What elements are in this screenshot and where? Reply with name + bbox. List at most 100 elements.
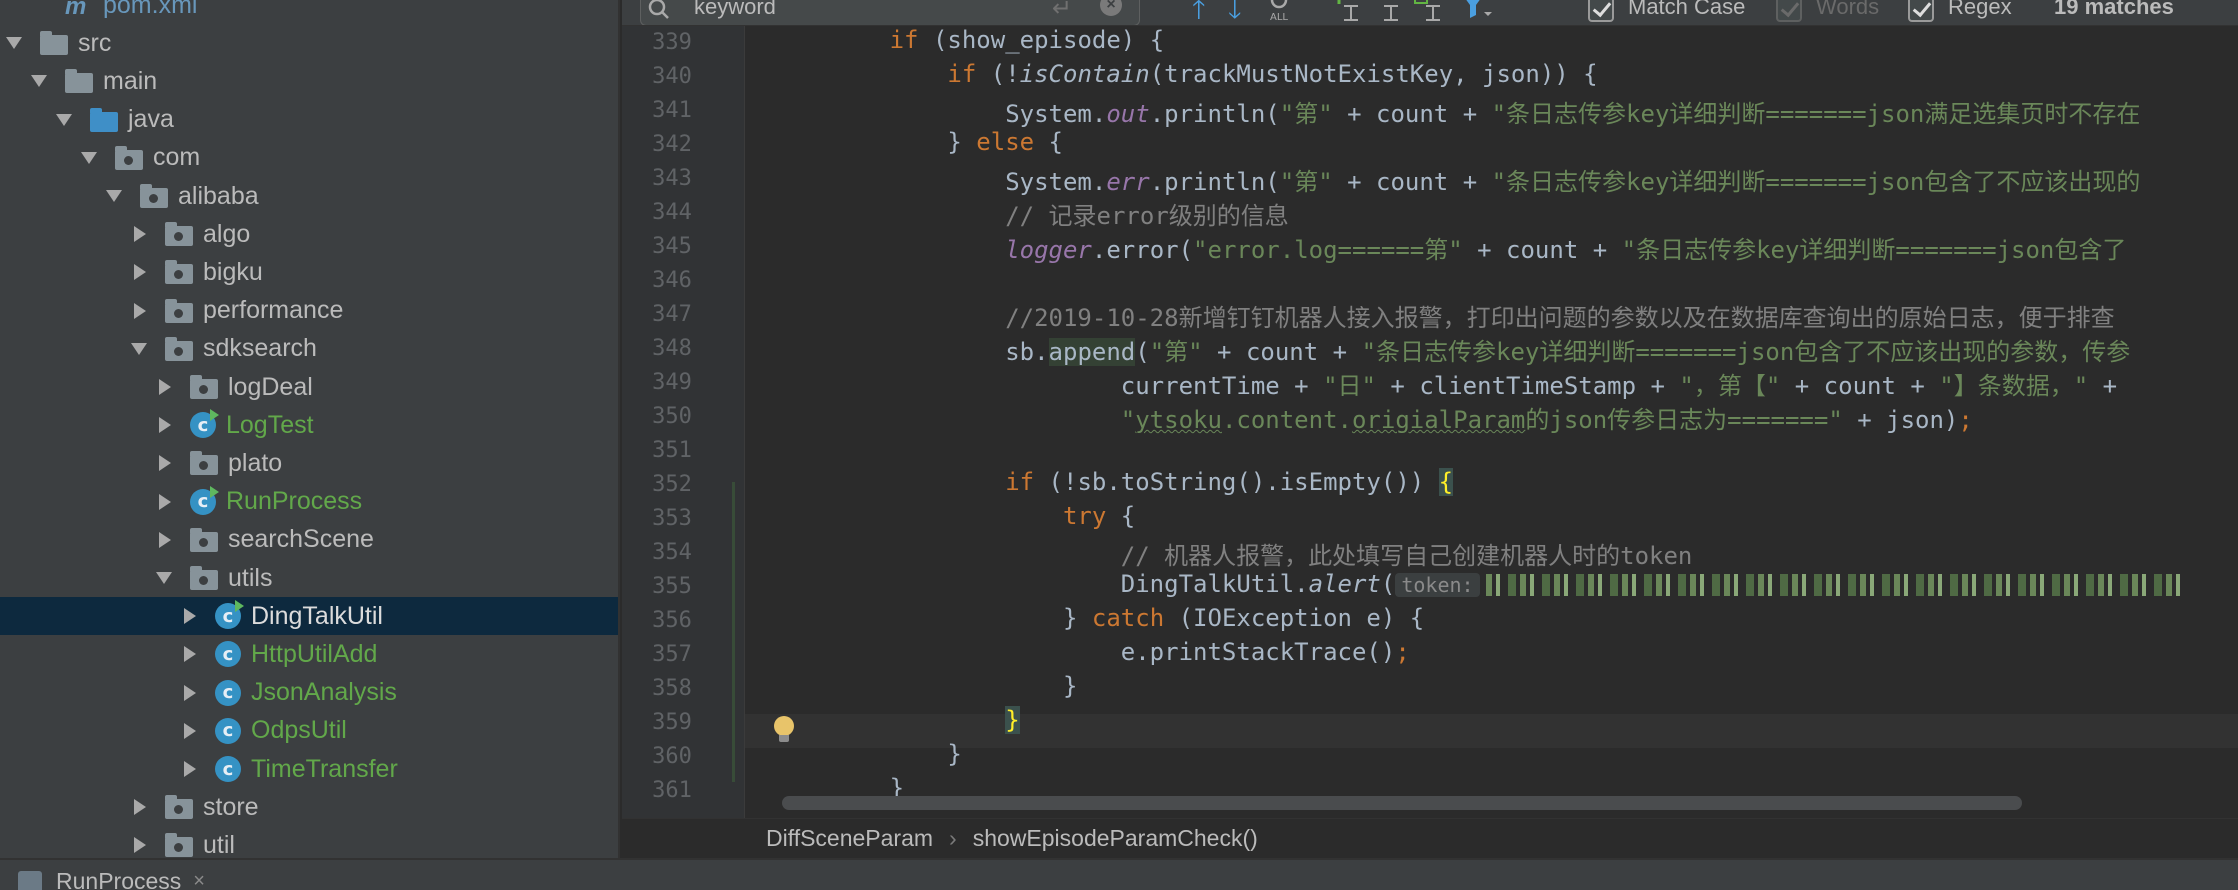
code-line[interactable]: if (show_episode) {	[774, 26, 1165, 54]
line-number[interactable]: 356	[622, 608, 722, 633]
close-icon[interactable]: ×	[193, 870, 205, 890]
line-number[interactable]: 345	[622, 234, 722, 259]
tree-item-src[interactable]: src	[0, 24, 618, 62]
code-line[interactable]: //2019-10-28新增钉钉机器人接入报警，打印出问题的参数以及在数据库查询…	[774, 298, 2114, 333]
tree-item-odpsutil[interactable]: c OdpsUtil	[0, 712, 618, 750]
collapsed-arrow-icon[interactable]	[129, 788, 151, 826]
code-line[interactable]: System.err.println("第" + count + "条日志传参k…	[774, 162, 2140, 197]
line-number[interactable]: 358	[622, 676, 722, 701]
line-number-gutter[interactable]: 339 340 341 342 343 344 345 346 347 348 349 350 351 3…	[622, 26, 744, 818]
run-tab[interactable]: RunProcess ×	[18, 868, 205, 890]
line-number[interactable]: 360	[622, 744, 722, 769]
tree-item-timetransfer[interactable]: c TimeTransfer	[0, 750, 618, 788]
code-line[interactable]: if (!sb.toString().isEmpty()) {	[774, 468, 1454, 496]
line-number[interactable]: 352	[622, 472, 722, 497]
code-line[interactable]: // 机器人报警，此处填写自己创建机器人时的token	[774, 536, 1693, 571]
expanded-arrow-icon[interactable]	[129, 330, 151, 368]
tree-item-pom-xml[interactable]: m pom.xml	[0, 0, 618, 24]
line-number[interactable]: 355	[622, 574, 722, 599]
code-line[interactable]: } catch (IOException e) {	[774, 604, 1424, 632]
line-number[interactable]: 349	[622, 370, 722, 395]
tree-item-util[interactable]: util	[0, 826, 618, 858]
tree-item-logtest[interactable]: c LogTest	[0, 406, 618, 444]
line-number[interactable]: 344	[622, 200, 722, 225]
previous-occurrence-icon[interactable]: 🡑	[1192, 0, 1206, 24]
collapsed-arrow-icon[interactable]	[129, 215, 151, 253]
tree-item-store[interactable]: store	[0, 788, 618, 826]
line-number[interactable]: 343	[622, 166, 722, 191]
line-number[interactable]: 354	[622, 540, 722, 565]
code-line[interactable]: }	[774, 672, 1077, 700]
code-line[interactable]: logger.error("error.log======第" + count …	[774, 230, 2126, 265]
code-line[interactable]: sb.append("第" + count + "条日志传参key详细判断===…	[774, 332, 2130, 367]
code-line[interactable]: "ytsoku.content.origialParam的json传参日志为==…	[774, 400, 1973, 435]
collapsed-arrow-icon[interactable]	[154, 368, 176, 406]
code-line[interactable]: System.out.println("第" + count + "条日志传参k…	[774, 94, 2140, 129]
vcs-change-marker[interactable]	[732, 482, 735, 782]
code-line[interactable]: }	[774, 706, 1020, 734]
expanded-arrow-icon[interactable]	[104, 177, 126, 215]
tree-item-httputiladd[interactable]: c HttpUtilAdd	[0, 635, 618, 673]
select-all-occurrences-icon[interactable]	[1412, 0, 1444, 22]
remove-selection-occurrence-icon[interactable]	[1370, 0, 1402, 22]
collapsed-arrow-icon[interactable]	[179, 674, 201, 712]
line-number[interactable]: 357	[622, 642, 722, 667]
line-number[interactable]: 353	[622, 506, 722, 531]
expanded-arrow-icon[interactable]	[4, 24, 26, 62]
tree-item-jsonanalysis[interactable]: c JsonAnalysis	[0, 674, 618, 712]
collapsed-arrow-icon[interactable]	[129, 253, 151, 291]
tree-item-sdksearch[interactable]: sdksearch	[0, 330, 618, 368]
line-number[interactable]: 351	[622, 438, 722, 463]
code-line[interactable]: e.printStackTrace();	[774, 638, 1410, 666]
find-all-icon[interactable]: ALL	[1266, 0, 1298, 22]
tree-item-main[interactable]: main	[0, 62, 618, 100]
tree-item-java[interactable]: java	[0, 101, 618, 139]
add-selection-occurrence-icon[interactable]	[1330, 0, 1362, 22]
search-icon[interactable]	[648, 0, 670, 20]
tree-item-alibaba[interactable]: alibaba	[0, 177, 618, 215]
expanded-arrow-icon[interactable]	[79, 139, 101, 177]
collapsed-arrow-icon[interactable]	[154, 483, 176, 521]
line-number[interactable]: 339	[622, 30, 722, 55]
line-number[interactable]: 340	[622, 64, 722, 89]
filter-icon[interactable]	[1460, 0, 1494, 22]
tree-item-plato[interactable]: plato	[0, 444, 618, 482]
collapsed-arrow-icon[interactable]	[129, 292, 151, 330]
match-case-checkbox[interactable]	[1588, 0, 1614, 22]
collapsed-arrow-icon[interactable]	[179, 597, 201, 635]
regex-checkbox[interactable]	[1908, 0, 1934, 22]
words-checkbox[interactable]	[1776, 0, 1802, 22]
collapsed-arrow-icon[interactable]	[179, 712, 201, 750]
line-number[interactable]: 341	[622, 98, 722, 123]
tree-item-utils[interactable]: utils	[0, 559, 618, 597]
tree-item-runprocess[interactable]: c RunProcess	[0, 483, 618, 521]
code-line[interactable]: DingTalkUtil.alert(token:	[774, 570, 2186, 598]
expanded-arrow-icon[interactable]	[154, 559, 176, 597]
code-line[interactable]: currentTime + "日" + clientTimeStamp + "，…	[774, 366, 2117, 401]
search-input[interactable]: keyword	[694, 0, 776, 20]
tree-item-com[interactable]: com	[0, 139, 618, 177]
expanded-arrow-icon[interactable]	[29, 62, 51, 100]
project-tree[interactable]: m pom.xml src main java com alibaba algo bigku pe…	[0, 0, 620, 858]
collapsed-arrow-icon[interactable]	[179, 750, 201, 788]
code-line[interactable]: }	[774, 740, 961, 768]
code-line[interactable]: } else {	[774, 128, 1063, 156]
collapsed-arrow-icon[interactable]	[154, 521, 176, 559]
line-number[interactable]: 361	[622, 778, 722, 803]
next-occurrence-icon[interactable]: 🡓	[1228, 0, 1242, 24]
line-number[interactable]: 342	[622, 132, 722, 157]
line-number[interactable]: 346	[622, 268, 722, 293]
collapsed-arrow-icon[interactable]	[129, 826, 151, 858]
code-editor[interactable]: if (show_episode) { if (!isContain(track…	[744, 26, 2238, 818]
expanded-arrow-icon[interactable]	[54, 101, 76, 139]
collapsed-arrow-icon[interactable]	[154, 406, 176, 444]
tree-item-performance[interactable]: performance	[0, 292, 618, 330]
breadcrumb-method[interactable]: showEpisodeParamCheck()	[973, 825, 1258, 852]
horizontal-scrollbar[interactable]	[782, 796, 2022, 810]
collapsed-arrow-icon[interactable]	[154, 444, 176, 482]
tree-item-searchscene[interactable]: searchScene	[0, 521, 618, 559]
collapsed-arrow-icon[interactable]	[179, 635, 201, 673]
tree-item-logdeal[interactable]: logDeal	[0, 368, 618, 406]
code-line[interactable]: // 记录error级别的信息	[774, 196, 1289, 231]
line-number[interactable]: 348	[622, 336, 722, 361]
